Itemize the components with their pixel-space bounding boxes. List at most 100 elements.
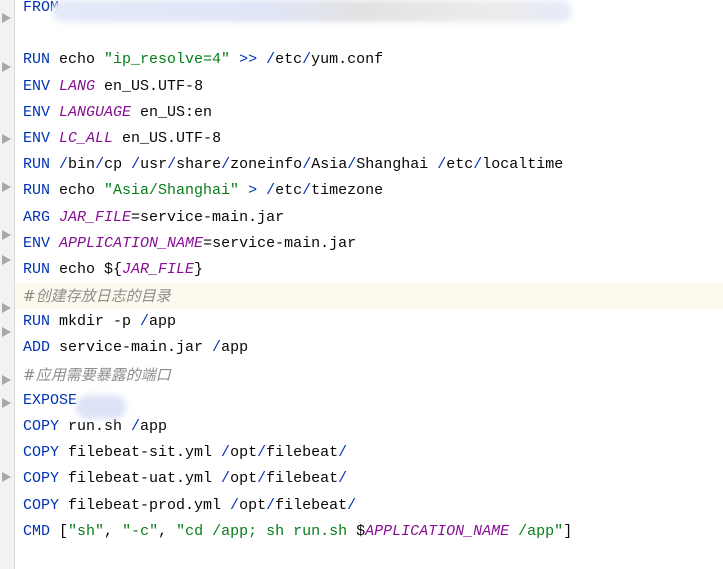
code-token: "cd /app; sh run.sh: [176, 522, 357, 540]
fold-arrow-icon[interactable]: [2, 230, 11, 240]
code-token: COPY: [23, 444, 60, 462]
editor-gutter: [0, 0, 15, 569]
code-token: en_US:en: [131, 103, 213, 121]
code-token: etc: [275, 182, 303, 200]
fold-arrow-icon[interactable]: [2, 327, 11, 337]
fold-arrow-icon[interactable]: [2, 375, 11, 385]
code-token: etc: [275, 51, 303, 69]
code-token: app: [140, 418, 168, 435]
code-token: /: [257, 470, 267, 488]
fold-arrow-icon[interactable]: [2, 255, 11, 265]
fold-arrow-icon[interactable]: [2, 182, 11, 192]
code-line[interactable]: CMD ["sh", "-c", "cd /app; sh run.sh $AP…: [15, 519, 723, 545]
code-token: etc: [446, 156, 474, 174]
fold-arrow-icon[interactable]: [2, 134, 11, 144]
code-token: filebeat-uat.yml: [59, 470, 222, 488]
code-line[interactable]: ENV LC_ALL en_US.UTF-8: [15, 126, 723, 152]
code-line[interactable]: COPY filebeat-uat.yml /opt/filebeat/: [15, 466, 723, 492]
code-line[interactable]: #创建存放日志的目录: [15, 283, 723, 310]
code-line[interactable]: RUN mkdir -p /app: [15, 309, 723, 335]
code-line[interactable]: ENV APPLICATION_NAME=service-main.jar: [15, 231, 723, 257]
code-token: /: [131, 156, 141, 174]
code-token: COPY: [23, 496, 60, 514]
code-token: usr: [140, 156, 168, 174]
code-line[interactable]: ADD service-main.jar /app: [15, 335, 723, 361]
code-token: /: [230, 496, 240, 514]
code-token: /: [347, 496, 357, 514]
code-token: ENV: [23, 103, 51, 121]
code-token: share: [176, 156, 222, 174]
code-token: cp: [104, 156, 132, 174]
code-token: yum.conf: [311, 51, 384, 69]
code-line[interactable]: [15, 21, 723, 47]
code-line[interactable]: ARG JAR_FILE=service-main.jar: [15, 205, 723, 231]
code-token: /: [338, 470, 348, 488]
code-token: CMD: [23, 522, 51, 540]
code-token: ARG: [23, 208, 51, 226]
code-line[interactable]: #应用需要暴露的端口: [15, 362, 723, 388]
code-token: ENV: [23, 129, 51, 147]
code-line[interactable]: RUN echo ${JAR_FILE}: [15, 257, 723, 283]
code-token: app: [149, 313, 177, 331]
code-line[interactable]: RUN echo "ip_resolve=4" >> /etc/yum.conf: [15, 47, 723, 73]
code-token: /: [140, 313, 150, 331]
code-token: LC_ALL: [59, 129, 114, 147]
redacted-base-image: [52, 0, 572, 22]
code-token: ADD: [23, 339, 51, 357]
fold-arrow-icon[interactable]: [2, 62, 11, 72]
code-token: /: [266, 51, 276, 69]
code-token: /: [437, 156, 447, 174]
code-token: opt: [230, 444, 258, 462]
fold-arrow-icon[interactable]: [2, 398, 11, 408]
code-token: filebeat: [275, 496, 348, 514]
code-token: ]: [563, 522, 573, 540]
code-token: "sh": [68, 522, 105, 540]
code-token: RUN: [23, 51, 51, 69]
code-token: =service-main.jar: [131, 208, 285, 226]
code-token: }: [194, 260, 204, 278]
code-token: ,: [104, 522, 123, 540]
code-token: "ip_resolve=4": [104, 51, 231, 69]
code-token: timezone: [311, 182, 384, 200]
code-token: zoneinfo: [230, 156, 303, 174]
fold-arrow-icon[interactable]: [2, 13, 11, 23]
code-token: localtime: [482, 156, 564, 174]
code-token: /: [221, 444, 231, 462]
code-line[interactable]: COPY filebeat-prod.yml /opt/filebeat/: [15, 493, 723, 519]
fold-arrow-icon[interactable]: [2, 303, 11, 313]
code-line[interactable]: ENV LANG en_US.UTF-8: [15, 74, 723, 100]
code-token: >>: [239, 51, 258, 69]
fold-arrow-icon[interactable]: [2, 472, 11, 482]
code-token: Asia: [311, 156, 348, 174]
code-token: ,: [158, 522, 177, 540]
code-token: APPLICATION_NAME: [59, 234, 204, 252]
code-editor[interactable]: FROM RUN echo "ip_resolve=4" >> /etc/yum.…: [15, 0, 723, 545]
code-token: echo: [50, 182, 105, 200]
code-line[interactable]: COPY filebeat-sit.yml /opt/filebeat/: [15, 440, 723, 466]
code-token: LANG: [59, 77, 96, 95]
code-token: echo ${: [50, 260, 123, 278]
code-token: Shanghai: [356, 156, 438, 174]
code-line[interactable]: RUN echo "Asia/Shanghai" > /etc/timezone: [15, 178, 723, 204]
code-token: >: [248, 182, 258, 200]
code-token: /: [131, 418, 141, 435]
code-token: /: [473, 156, 483, 174]
code-line[interactable]: RUN /bin/cp /usr/share/zoneinfo/Asia/Sha…: [15, 152, 723, 178]
code-line[interactable]: ENV LANGUAGE en_US:en: [15, 100, 723, 126]
code-token: /: [302, 182, 312, 200]
code-token: COPY: [23, 470, 60, 488]
code-line[interactable]: COPY run.sh /app: [15, 414, 723, 440]
code-token: COPY: [23, 418, 60, 435]
code-token: /: [221, 470, 231, 488]
code-token: filebeat-prod.yml: [59, 496, 231, 514]
code-token: "-c": [122, 522, 159, 540]
